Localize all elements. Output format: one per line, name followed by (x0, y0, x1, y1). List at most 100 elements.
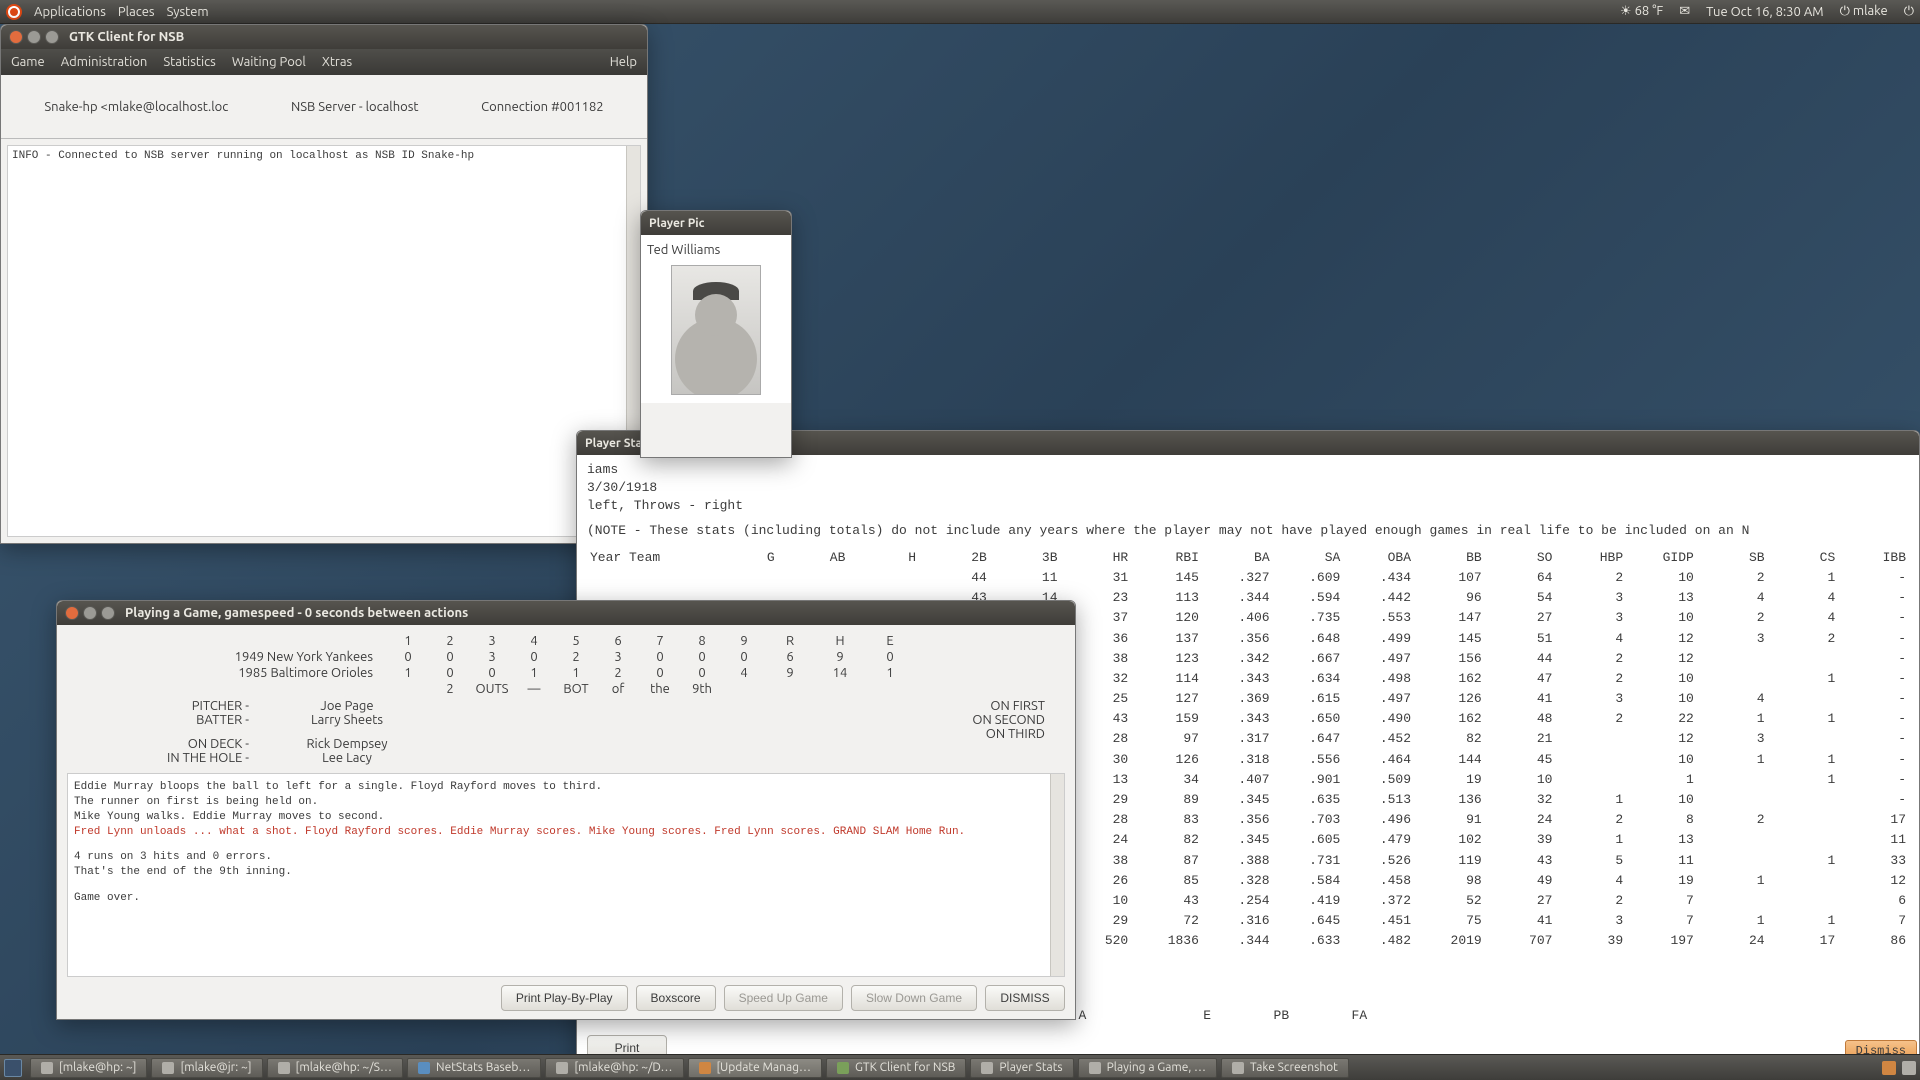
outs-cell (387, 681, 429, 697)
stats-cell: .584 (1273, 871, 1344, 891)
maximize-icon[interactable] (45, 30, 59, 44)
stats-cell: 1 (1555, 790, 1626, 810)
slow-down-button[interactable]: Slow Down Game (851, 985, 977, 1011)
stats-cell: 3 (1555, 689, 1626, 709)
taskbar-item[interactable]: NetStats Baseb… (407, 1058, 541, 1078)
log-line: INFO - Connected to NSB server running o… (12, 150, 474, 162)
stats-cell: 2 (1697, 568, 1768, 588)
speed-up-button[interactable]: Speed Up Game (724, 985, 843, 1011)
stats-cell: 4 (1768, 588, 1839, 608)
stats-cell: 156 (1414, 649, 1485, 669)
nsb-titlebar[interactable]: GTK Client for NSB (1, 25, 647, 49)
taskbar-item[interactable]: Take Screenshot (1221, 1058, 1349, 1078)
stats-cell: 1 (1555, 830, 1626, 850)
trash-icon[interactable] (1902, 1061, 1916, 1075)
stats-cell: 7 (1838, 911, 1909, 931)
taskbar-item[interactable]: [mlake@jr: ~] (151, 1058, 262, 1078)
power-icon[interactable]: ⏻ (1904, 4, 1914, 19)
stats-cell: 97 (1131, 729, 1202, 749)
taskbar-item[interactable]: Player Stats (970, 1058, 1073, 1078)
log-textarea[interactable]: INFO - Connected to NSB server running o… (7, 145, 641, 537)
stats-cell: 21 (1485, 729, 1556, 749)
stats-cell: .451 (1343, 911, 1414, 931)
boxscore-button[interactable]: Boxscore (636, 985, 716, 1011)
pbp-line: Game over. (74, 891, 1058, 906)
stats-cell: .407 (1202, 770, 1273, 790)
stats-cell: 2 (1555, 709, 1626, 729)
stats-cell: .490 (1343, 709, 1414, 729)
stats-cell (1697, 830, 1768, 850)
taskbar-item[interactable]: GTK Client for NSB (826, 1058, 966, 1078)
print-pbp-button[interactable]: Print Play-By-Play (501, 985, 628, 1011)
stats-cell: 113 (1131, 588, 1202, 608)
menu-game[interactable]: Game (11, 55, 45, 69)
menu-waiting-pool[interactable]: Waiting Pool (232, 55, 306, 69)
stats-cell: .647 (1273, 729, 1344, 749)
team-name: 1949 New York Yankees (67, 649, 387, 665)
app-icon (41, 1062, 53, 1074)
stats-cell: 19 (1626, 871, 1697, 891)
taskbar-item[interactable]: Playing a Game, … (1078, 1058, 1217, 1078)
taskbar-item[interactable]: [mlake@hp: ~/S… (267, 1058, 403, 1078)
stats-cell: .318 (1202, 750, 1273, 770)
maximize-icon[interactable] (101, 606, 115, 620)
outs-cell: of (597, 681, 639, 697)
ubuntu-logo-icon[interactable] (6, 4, 22, 20)
stats-cell: 119 (1414, 851, 1485, 871)
app-icon (699, 1062, 711, 1074)
show-desktop-icon[interactable] (4, 1059, 22, 1077)
indicator-icon[interactable]: ✉ (1679, 4, 1690, 19)
menu-system[interactable]: System (167, 5, 209, 19)
play-by-play-textarea[interactable]: Eddie Murray bloops the ball to left for… (67, 773, 1065, 977)
menu-xtras[interactable]: Xtras (322, 55, 352, 69)
stats-cell: 54 (1485, 588, 1556, 608)
stats-cell: 10 (1485, 770, 1556, 790)
menu-help[interactable]: Help (610, 55, 637, 69)
stats-cell: .419 (1273, 891, 1344, 911)
taskbar-item[interactable]: [mlake@hp: ~] (30, 1058, 147, 1078)
minimize-icon[interactable] (83, 606, 97, 620)
user-menu[interactable]: ⏻ mlake (1840, 4, 1888, 19)
menu-applications[interactable]: Applications (34, 5, 106, 19)
tray-icon[interactable] (1882, 1061, 1896, 1075)
stats-cell: 11 (1626, 851, 1697, 871)
game-titlebar[interactable]: Playing a Game, gamespeed - 0 seconds be… (57, 601, 1075, 625)
stats-col-header: BB (1414, 548, 1485, 568)
stats-cell: 85 (1131, 871, 1202, 891)
stats-cell: - (1838, 709, 1909, 729)
taskbar-item[interactable]: [Update Manag… (688, 1058, 822, 1078)
stats-cell: 2 (1697, 810, 1768, 830)
weather-indicator[interactable]: ☀ 68 °F (1620, 4, 1663, 19)
scrollbar[interactable] (1050, 774, 1064, 976)
stats-cell (1768, 871, 1839, 891)
menu-places[interactable]: Places (118, 5, 155, 19)
taskbar-item[interactable]: [mlake@hp: ~/D… (545, 1058, 683, 1078)
menu-statistics[interactable]: Statistics (163, 55, 215, 69)
stats-col-header: SO (1485, 548, 1556, 568)
stats-cell: .497 (1343, 689, 1414, 709)
stats-cell: 10 (1626, 689, 1697, 709)
stats-cell: 43 (1131, 891, 1202, 911)
stats-cell: 3 (1555, 608, 1626, 628)
stats-note: (NOTE - These stats (including totals) d… (587, 522, 1909, 540)
linescore: 123456789RHE 1949 New York Yankees003023… (67, 633, 1065, 697)
close-icon[interactable] (65, 606, 79, 620)
minimize-icon[interactable] (27, 30, 41, 44)
close-icon[interactable] (9, 30, 23, 44)
stats-cell: 31 (1061, 568, 1132, 588)
outs-cell: the (639, 681, 681, 697)
stats-cell: 137 (1131, 629, 1202, 649)
dismiss-button[interactable]: DISMISS (985, 985, 1065, 1011)
player-pic-titlebar[interactable]: Player Pic (641, 211, 791, 235)
app-icon (278, 1062, 290, 1074)
stats-cell: 6 (1838, 891, 1909, 911)
menu-administration[interactable]: Administration (61, 55, 148, 69)
top-panel: Applications Places System ☀ 68 °F ✉ Tue… (0, 0, 1920, 24)
stats-cell: .667 (1273, 649, 1344, 669)
outs-cell: 2 (429, 681, 471, 697)
stats-cell: 1836 (1131, 931, 1202, 951)
stats-cell: 22 (1626, 709, 1697, 729)
stats-cell: .464 (1343, 750, 1414, 770)
linescore-cell: 0 (681, 665, 723, 681)
clock[interactable]: Tue Oct 16, 8:30 AM (1706, 5, 1823, 19)
